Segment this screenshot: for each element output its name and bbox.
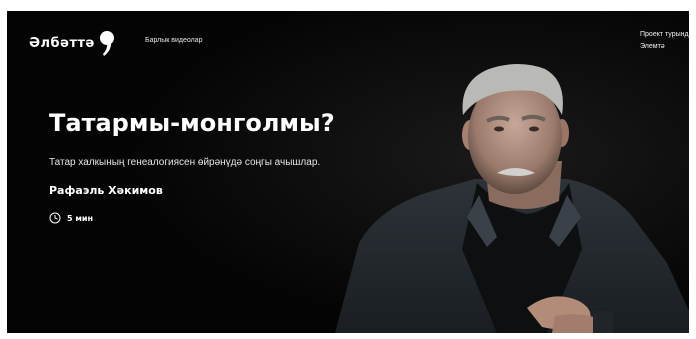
- nav-contact-link[interactable]: Элемтә: [640, 41, 689, 53]
- comma-logo-icon: [99, 31, 114, 56]
- clock-icon: [49, 212, 61, 224]
- nav-project-link[interactable]: Проект турында: [640, 29, 689, 41]
- top-right-nav: Проект турында Элемтә: [640, 29, 689, 53]
- author-name[interactable]: Рафаэль Хәкимов: [49, 184, 163, 197]
- speaker-photo: [7, 11, 689, 333]
- logo[interactable]: Әлбәттә: [29, 28, 116, 58]
- logo-text: Әлбәттә: [29, 35, 95, 51]
- page-title: Татармы-монголмы?: [49, 109, 335, 137]
- subtitle: Татар халкының генеалогиясен өйрәнүдә со…: [49, 157, 321, 168]
- duration-text: 5 мин: [67, 213, 94, 223]
- duration: 5 мин: [49, 212, 93, 224]
- hero-section: Әлбәттә Барлык видеолар Проект турында Э…: [7, 11, 689, 333]
- nav-all-videos[interactable]: Барлык видеолар: [145, 37, 202, 44]
